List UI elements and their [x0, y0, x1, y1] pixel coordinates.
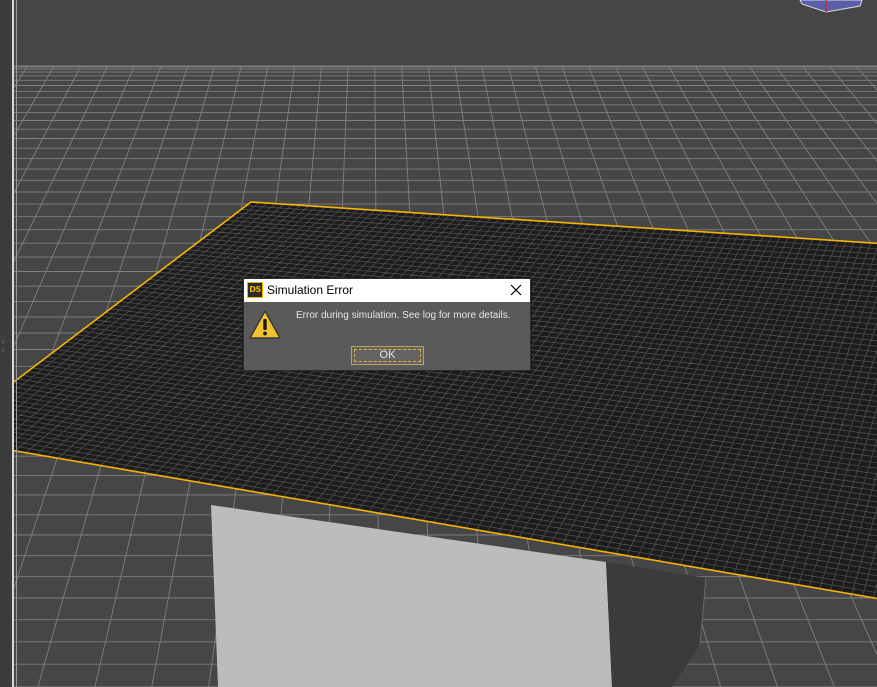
- dialog-title: Simulation Error: [267, 283, 354, 297]
- close-icon[interactable]: [508, 282, 524, 298]
- viewport-border: [12, 0, 14, 687]
- ok-button-label: OK: [379, 349, 396, 361]
- box-side-face: [606, 562, 706, 687]
- panel-collapse-grip-icon[interactable]: ‹ ‹: [2, 337, 5, 355]
- daz-studio-app-icon: DS: [247, 282, 263, 298]
- ok-button[interactable]: OK: [351, 346, 424, 365]
- warning-icon: [249, 310, 281, 339]
- view-cube-icon[interactable]: [799, 0, 863, 13]
- simulation-error-dialog: DS Simulation Error Error during simulat…: [243, 278, 531, 371]
- error-message: Error during simulation. See log for mor…: [296, 310, 511, 321]
- dialog-titlebar[interactable]: DS Simulation Error: [244, 279, 530, 302]
- viewport-border-inner: [16, 0, 17, 687]
- left-panel-strip: ‹ ‹: [0, 0, 17, 687]
- view-cube-face: [799, 0, 863, 13]
